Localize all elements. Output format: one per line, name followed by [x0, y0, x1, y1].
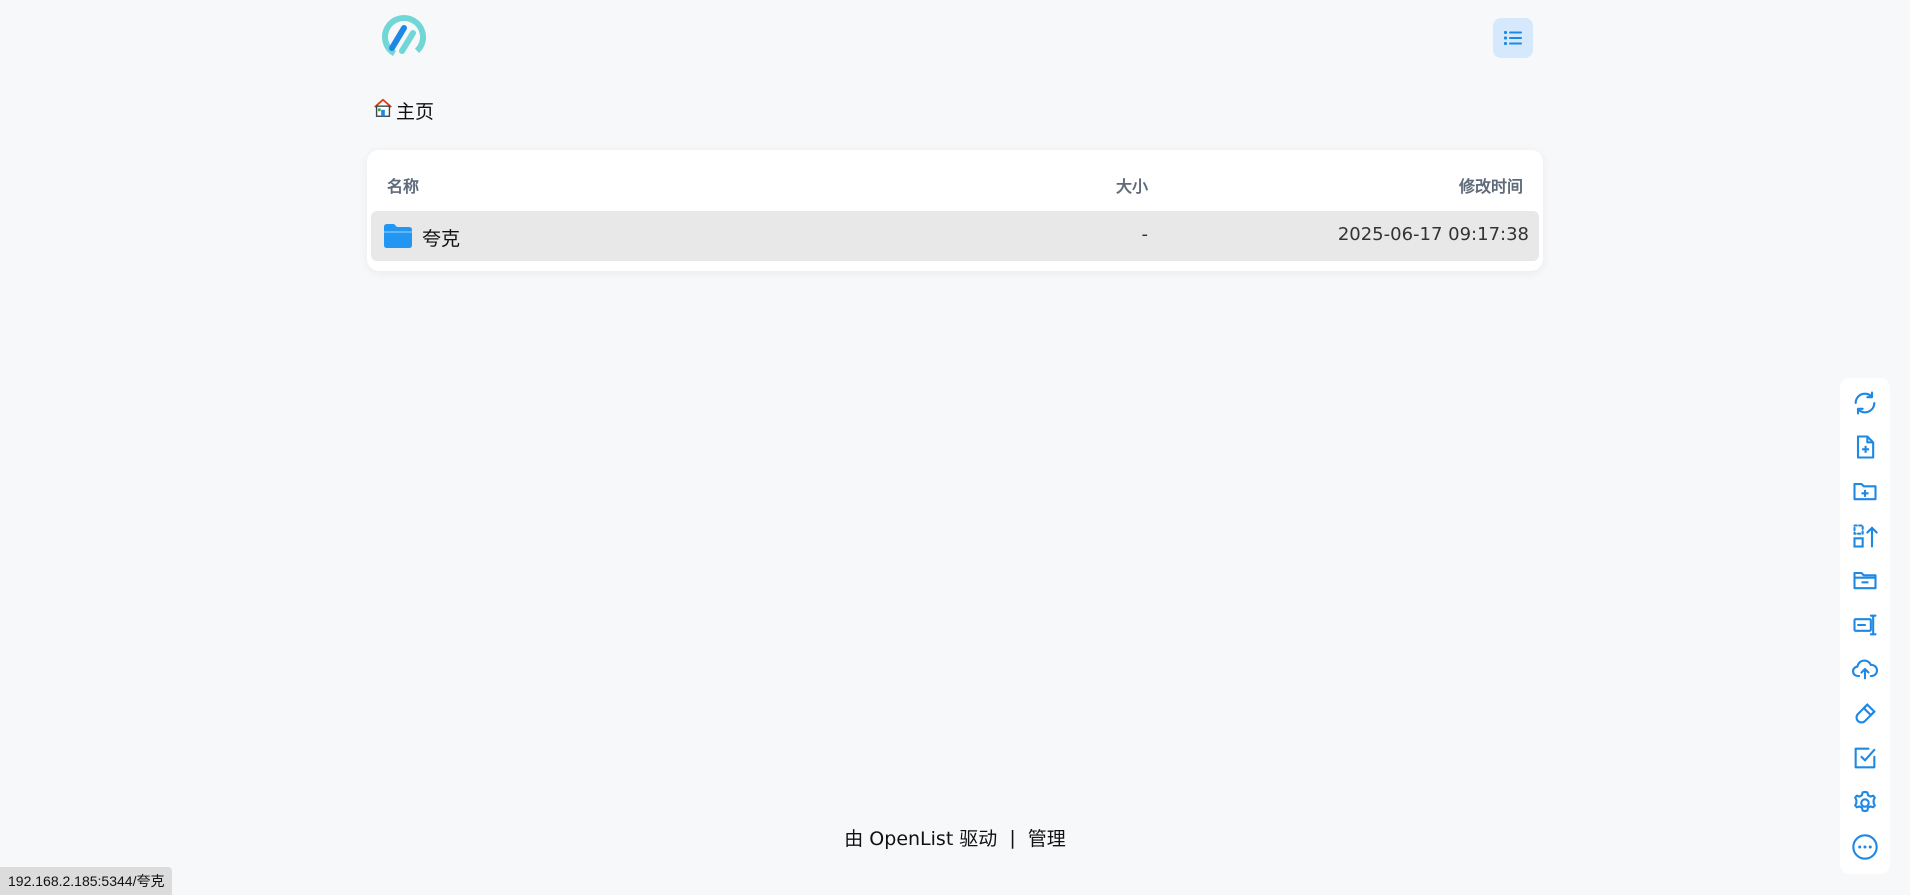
folder-icon — [383, 223, 413, 249]
magnet-icon — [1855, 702, 1876, 724]
more-icon — [1852, 834, 1878, 860]
move-button[interactable] — [1847, 518, 1883, 553]
more-button[interactable] — [1847, 830, 1883, 865]
footer-separator: | — [1009, 826, 1016, 849]
file-modified-time: 2025-06-17 09:17:38 — [1337, 224, 1529, 245]
rename-icon — [1853, 614, 1877, 636]
file-list-table: 名称 大小 修改时间 夸克 - 2025-06-17 09:17:38 — [367, 150, 1543, 271]
refresh-icon — [1854, 391, 1876, 415]
column-header-modified[interactable]: 修改时间 — [1459, 173, 1523, 197]
settings-button[interactable] — [1847, 785, 1883, 820]
breadcrumb[interactable]: 主页 — [372, 97, 434, 123]
openlist-logo[interactable] — [381, 14, 427, 60]
offline-download-button[interactable] — [1847, 696, 1883, 731]
copy-folder-button[interactable] — [1847, 563, 1883, 598]
home-icon — [372, 97, 394, 123]
right-toolbar — [1840, 378, 1890, 874]
table-row[interactable]: 夸克 - 2025-06-17 09:17:38 — [371, 211, 1539, 261]
file-size: - — [1141, 224, 1149, 245]
file-name[interactable]: 夸克 — [422, 224, 460, 251]
footer: 由 OpenList 驱动 | 管理 — [0, 824, 1910, 851]
rename-button[interactable] — [1847, 607, 1883, 642]
list-icon — [1504, 31, 1522, 45]
checkbox-icon — [1854, 747, 1876, 769]
new-file-button[interactable] — [1847, 429, 1883, 464]
gear-icon — [1854, 790, 1876, 812]
list-layout-toggle-button[interactable] — [1493, 18, 1533, 58]
select-mode-button[interactable] — [1847, 741, 1883, 776]
page: 主页 名称 大小 修改时间 夸克 - 2025-06-17 09:17:38 由… — [0, 0, 1910, 895]
column-header-name[interactable]: 名称 — [387, 173, 419, 197]
refresh-button[interactable] — [1847, 385, 1883, 420]
powered-by-link[interactable]: 由 OpenList 驱动 — [844, 824, 997, 851]
file-plus-icon — [1856, 435, 1875, 459]
breadcrumb-home-label[interactable]: 主页 — [396, 97, 434, 124]
new-folder-button[interactable] — [1847, 474, 1883, 509]
folder-plus-icon — [1853, 483, 1877, 501]
manage-link[interactable]: 管理 — [1028, 824, 1066, 851]
folder-minus-icon — [1853, 572, 1877, 590]
cloud-upload-icon — [1852, 659, 1879, 680]
browser-status-url: 192.168.2.185:5344/夸克 — [0, 867, 173, 895]
upload-button[interactable] — [1847, 652, 1883, 687]
column-header-size[interactable]: 大小 — [1116, 173, 1148, 197]
select-move-icon — [1853, 524, 1878, 548]
